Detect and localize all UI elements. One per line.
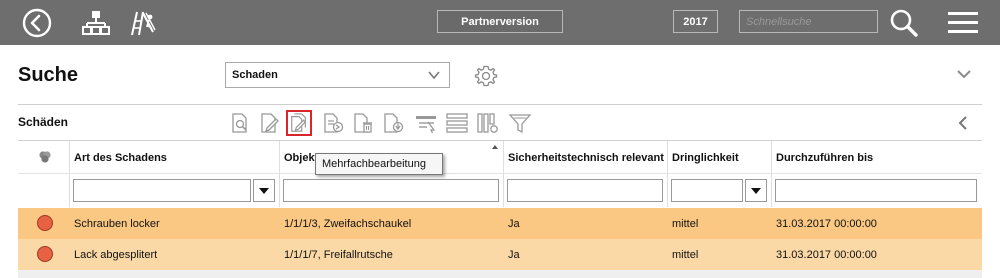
view-icon[interactable] [227,110,253,136]
filter-dringlichkeit-input[interactable] [671,179,743,202]
bulk-edit-icon[interactable] [286,110,312,136]
back-icon[interactable] [20,6,54,40]
highlight-icon[interactable] [413,110,439,136]
menu-icon[interactable] [946,6,980,40]
cell-bis: 31.03.2017 00:00:00 [776,249,877,261]
table-header: Art des Schadens Objekt Sicherheitstechn… [18,141,982,173]
cell-art: Lack abgesplitert [74,249,158,261]
column-header-art[interactable]: Art des Schadens [74,152,167,164]
cell-bis: 31.03.2017 00:00:00 [776,218,877,230]
filter-art-dropdown[interactable] [253,179,275,202]
edit-icon[interactable] [256,110,282,136]
cell-dringlichkeit: mittel [672,218,699,230]
column-header-relevant[interactable]: Sicherheitstechnisch relevant [508,152,664,164]
page-title: Suche [18,64,79,86]
top-bar: Partnerversion 2017 [0,0,1000,45]
playground-icon[interactable] [125,6,159,40]
cell-art: Schrauben locker [74,218,160,230]
delete-icon[interactable] [350,110,376,136]
tooltip: Mehrfachbearbeitung [315,153,443,175]
table-row[interactable] [18,270,982,278]
section-title: Schäden [18,115,69,129]
sort-ascending-icon[interactable] [492,145,498,149]
filter-bis-input[interactable] [775,179,977,202]
download-icon[interactable] [380,110,406,136]
filter-dringlichkeit-dropdown[interactable] [745,179,767,202]
column-header-bis[interactable]: Durchzuführen bis [776,152,873,164]
column-header-dringlichkeit[interactable]: Dringlichkeit [672,152,739,164]
column-header-objekt[interactable]: Objekt [284,152,318,164]
cell-relevant: Ja [508,249,520,261]
table-row[interactable]: Lack abgesplitert 1/1/1/7, Freifallrutsc… [18,239,982,270]
status-indicator [37,215,53,231]
collapse-left-icon[interactable] [957,115,969,134]
chevron-down-icon [427,68,441,85]
divider [18,104,982,105]
filter-art-input[interactable] [73,179,251,202]
partner-version-button[interactable]: Partnerversion [437,10,563,33]
list-icon[interactable] [444,110,470,136]
quick-search-input[interactable] [739,10,878,33]
filter-relevant-input[interactable] [507,179,663,202]
partner-version-label: Partnerversion [461,15,539,28]
sitemap-icon[interactable] [79,6,113,40]
cell-dringlichkeit: mittel [672,249,699,261]
year-button[interactable]: 2017 [673,10,718,33]
cell-objekt: 1/1/1/7, Freifallrutsche [284,249,393,261]
cell-relevant: Ja [508,218,520,230]
type-select[interactable]: Schaden [225,62,450,88]
year-label: 2017 [683,15,708,28]
cell-objekt: 1/1/1/3, Zweifachschaukel [284,218,412,230]
export-icon[interactable] [320,110,346,136]
search-icon[interactable] [887,6,921,40]
collapse-down-icon[interactable] [956,68,972,83]
status-indicator [37,246,53,262]
status-column-icon [38,150,52,167]
gear-icon[interactable] [474,64,498,91]
table-row[interactable]: Schrauben locker 1/1/1/3, Zweifachschauk… [18,208,982,239]
type-select-value: Schaden [232,69,278,81]
columns-icon[interactable] [475,110,501,136]
filter-icon[interactable] [507,110,533,136]
filter-objekt-input[interactable] [283,179,499,202]
